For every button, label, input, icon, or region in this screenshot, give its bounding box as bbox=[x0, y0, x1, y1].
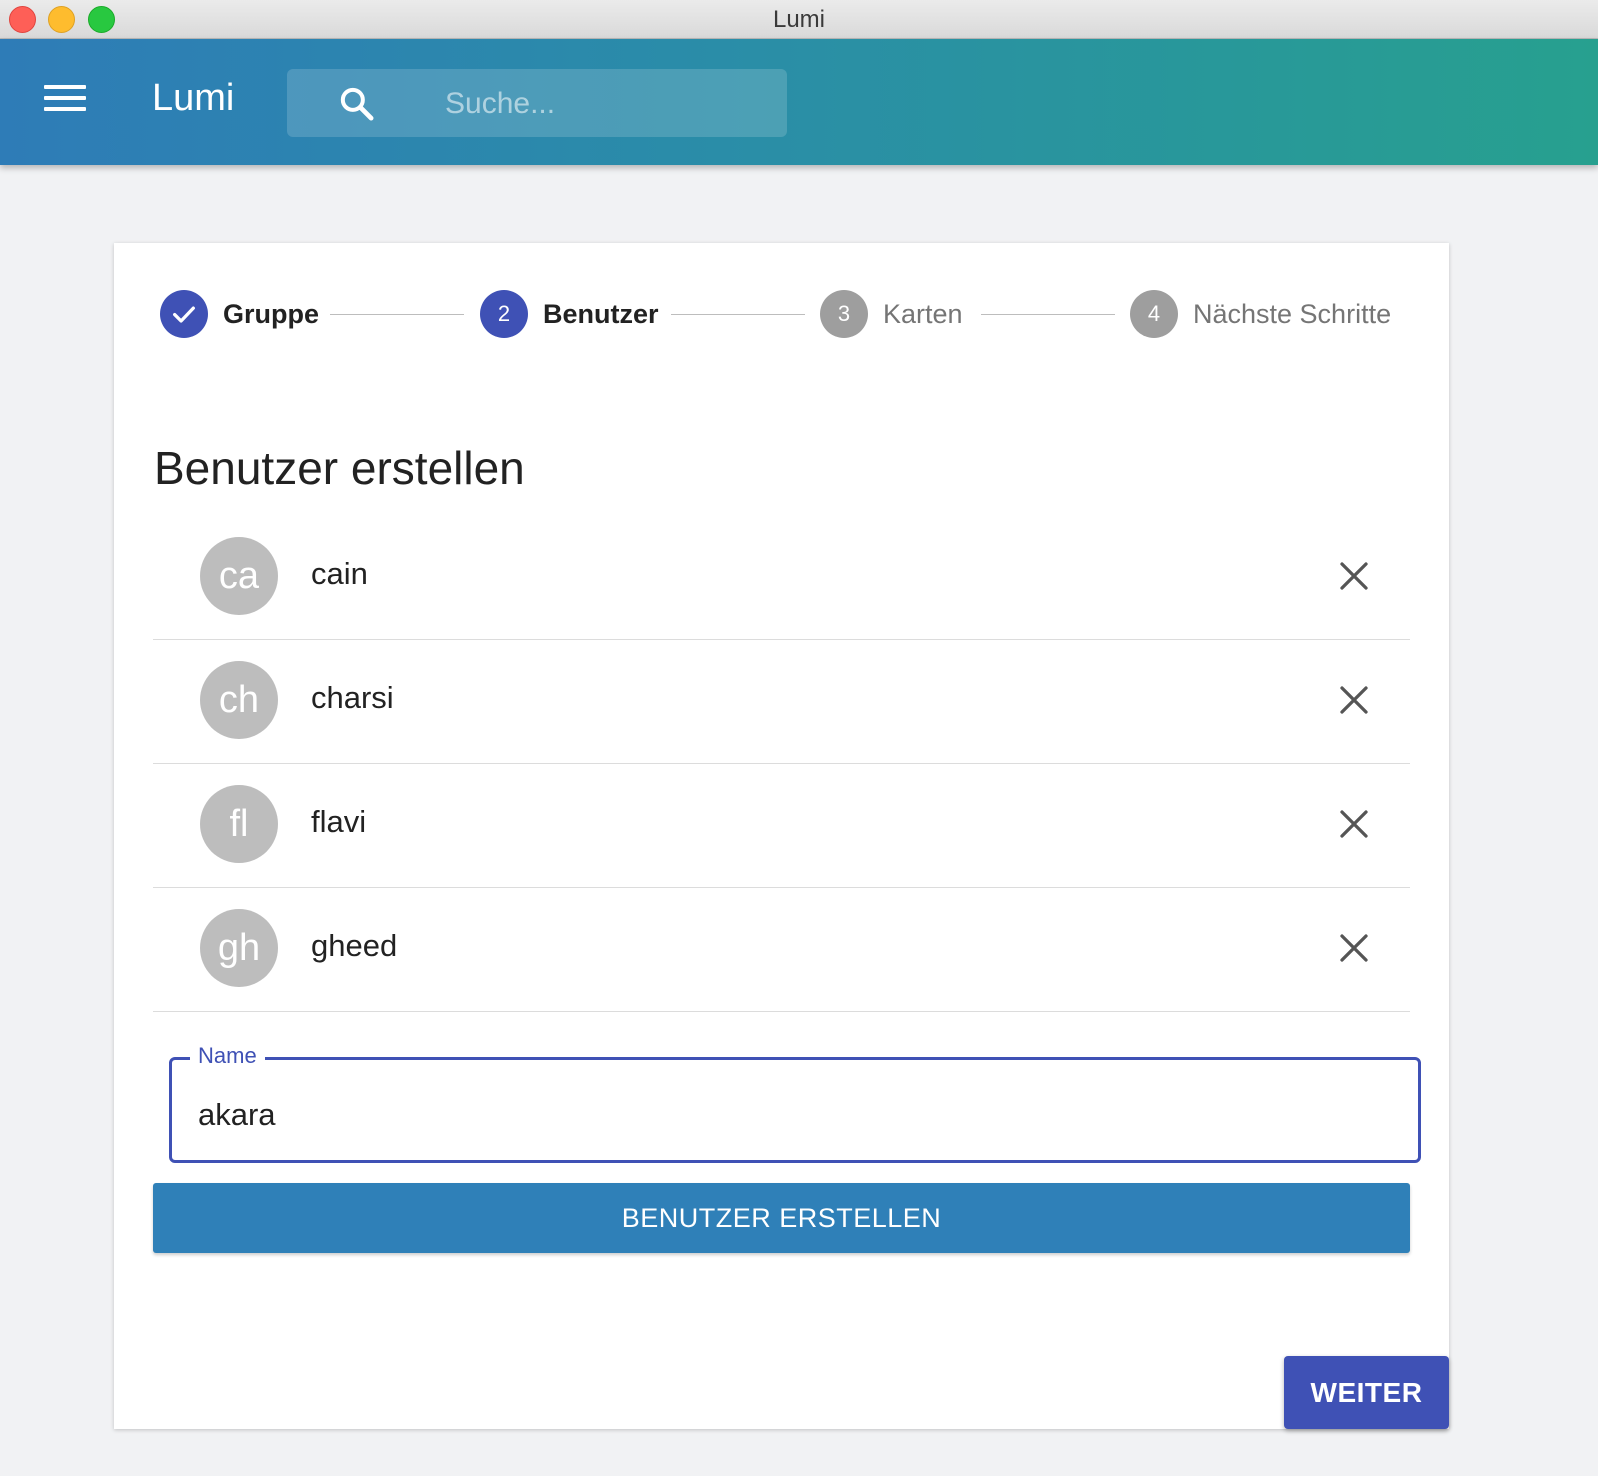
step-benutzer[interactable]: 2 Benutzer bbox=[480, 290, 659, 338]
step-number: 2 bbox=[480, 290, 528, 338]
step-number: 4 bbox=[1130, 290, 1178, 338]
search-icon bbox=[340, 87, 374, 121]
window-title: Lumi bbox=[772, 6, 826, 33]
close-icon[interactable] bbox=[1336, 806, 1372, 842]
check-icon bbox=[160, 290, 208, 338]
step-label: Nächste Schritte bbox=[1193, 298, 1392, 329]
avatar: ca bbox=[200, 537, 278, 615]
step-karten[interactable]: 3 Karten bbox=[820, 290, 963, 338]
user-list: ca cain ch charsi fl flavi gh gheed bbox=[153, 516, 1410, 1012]
user-name: flavi bbox=[311, 804, 367, 839]
user-name: cain bbox=[311, 556, 368, 591]
list-item: gh gheed bbox=[153, 888, 1410, 1012]
name-input[interactable] bbox=[196, 1094, 1380, 1136]
user-name: gheed bbox=[311, 928, 398, 963]
page-title: Benutzer erstellen bbox=[154, 442, 525, 494]
step-connector bbox=[671, 314, 805, 315]
list-item: ca cain bbox=[153, 516, 1410, 640]
search-box[interactable] bbox=[287, 69, 787, 137]
user-name: charsi bbox=[311, 680, 394, 715]
close-icon[interactable] bbox=[1336, 930, 1372, 966]
window-titlebar: Lumi bbox=[0, 0, 1598, 39]
step-label: Benutzer bbox=[543, 298, 659, 329]
list-item: ch charsi bbox=[153, 640, 1410, 764]
create-user-button[interactable]: BENUTZER ERSTELLEN bbox=[153, 1183, 1410, 1253]
list-item: fl flavi bbox=[153, 764, 1410, 888]
step-label: Gruppe bbox=[223, 298, 320, 329]
app-bar: Lumi bbox=[0, 39, 1598, 165]
app-title: Lumi bbox=[152, 77, 235, 119]
step-connector bbox=[981, 314, 1115, 315]
name-field: Name bbox=[169, 1043, 1421, 1163]
name-field-label: Name bbox=[190, 1043, 265, 1069]
step-naechste-schritte[interactable]: 4 Nächste Schritte bbox=[1130, 290, 1391, 338]
main-card: Gruppe 2 Benutzer 3 Karten 4 Nächste Sch… bbox=[114, 243, 1449, 1429]
step-number: 3 bbox=[820, 290, 868, 338]
avatar: ch bbox=[200, 661, 278, 739]
search-input[interactable] bbox=[443, 81, 767, 127]
next-button[interactable]: WEITER bbox=[1284, 1356, 1449, 1429]
close-icon[interactable] bbox=[1336, 682, 1372, 718]
step-gruppe[interactable]: Gruppe bbox=[160, 290, 319, 338]
close-icon[interactable] bbox=[1336, 558, 1372, 594]
avatar: fl bbox=[200, 785, 278, 863]
menu-icon[interactable] bbox=[44, 85, 86, 119]
avatar: gh bbox=[200, 909, 278, 987]
step-connector bbox=[330, 314, 464, 315]
step-label: Karten bbox=[883, 298, 963, 329]
